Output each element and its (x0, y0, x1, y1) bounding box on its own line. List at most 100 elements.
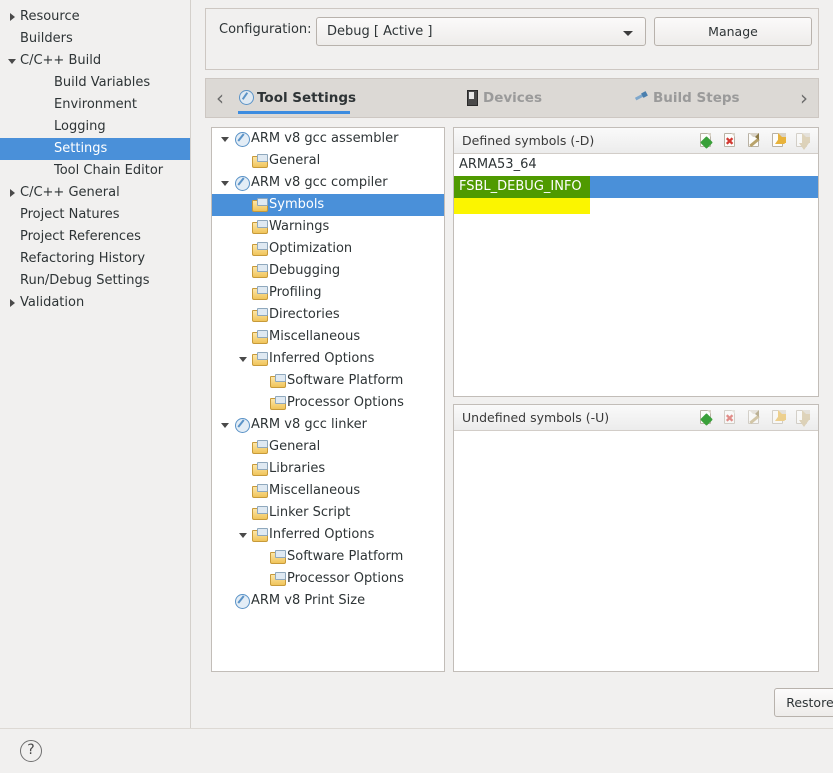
option-folder-icon (252, 505, 268, 521)
defined-symbols-header: Defined symbols (-D) (454, 128, 818, 154)
configuration-combo[interactable]: Debug [ Active ] (316, 17, 646, 46)
option-folder-icon (252, 439, 268, 455)
option-folder-icon (252, 263, 268, 279)
tab-devices-label: Devices (483, 90, 542, 106)
tool-tree-item[interactable]: Processor Options (212, 568, 444, 590)
tool-tree-item[interactable]: Libraries (212, 458, 444, 480)
tool-tree-item-label: Debugging (269, 263, 341, 278)
wrench-disc-icon (238, 89, 254, 105)
chevron-down-icon[interactable] (6, 50, 20, 72)
move-up-icon (772, 133, 786, 147)
tool-tree-item[interactable]: Software Platform (212, 546, 444, 568)
defined-symbols-title: Defined symbols (-D) (462, 133, 595, 148)
chevron-right-icon[interactable] (6, 292, 20, 314)
tool-tree-item-label: Directories (269, 307, 340, 322)
sidebar-item-c-c-general[interactable]: C/C++ General (0, 182, 190, 204)
tool-tree-item[interactable]: ARM v8 gcc compiler (212, 172, 444, 194)
defined-symbols-list[interactable]: ARMA53_64 FSBL_DEBUG_INFO (454, 154, 818, 214)
add-symbol-button[interactable] (694, 131, 718, 151)
configuration-group: Configuration: Debug [ Active ] Manage C… (205, 8, 819, 70)
symbol-row[interactable]: FSBL_DEBUG_INFO (454, 176, 818, 198)
sidebar-item-refactoring-history[interactable]: Refactoring History (0, 248, 190, 270)
chevron-down-icon[interactable] (238, 348, 250, 370)
edit-symbol-icon (748, 410, 759, 424)
tool-tree-item-label: Inferred Options (269, 527, 375, 542)
tool-tree-item[interactable]: General (212, 150, 444, 172)
sidebar-item-label: Validation (20, 295, 85, 310)
tool-tree-item-label: Software Platform (287, 549, 404, 564)
sidebar-item-resource[interactable]: Resource (0, 6, 190, 28)
sidebar-item-validation[interactable]: Validation (0, 292, 190, 314)
tool-tree-item[interactable]: Inferred Options (212, 348, 444, 370)
option-folder-icon (252, 285, 268, 301)
move-down-button (790, 131, 814, 151)
tool-tree-item[interactable]: Miscellaneous (212, 326, 444, 348)
sidebar-item-build-variables[interactable]: Build Variables (0, 72, 190, 94)
tool-tree-item[interactable]: Inferred Options (212, 524, 444, 546)
sidebar-item-settings[interactable]: Settings (0, 138, 190, 160)
tab-scroll-right-button[interactable]: › (790, 79, 818, 117)
tool-tree-item[interactable]: Warnings (212, 216, 444, 238)
tool-tree-item[interactable]: ARM v8 Print Size (212, 590, 444, 612)
properties-page-tree[interactable]: Resource Builders C/C++ Build Build Variabl… (0, 0, 190, 728)
option-folder-icon (270, 395, 286, 411)
dialog-footer: ? Cancel Apply and Close (0, 728, 833, 773)
tool-tree-item-label: General (269, 153, 321, 168)
chevron-down-icon (623, 31, 633, 36)
sidebar-item-label: Settings (54, 141, 108, 156)
tool-tree-item[interactable]: Software Platform (212, 370, 444, 392)
tool-tree-item[interactable]: Processor Options (212, 392, 444, 414)
tool-tree-item[interactable]: Debugging (212, 260, 444, 282)
manage-configurations-button[interactable]: Manage Configurations... (654, 17, 812, 46)
sidebar-item-project-references[interactable]: Project References (0, 226, 190, 248)
settings-content-pane: Configuration: Debug [ Active ] Manage C… (191, 0, 833, 728)
chevron-down-icon[interactable] (220, 172, 232, 194)
chevron-down-icon[interactable] (220, 414, 232, 436)
tool-tree-item[interactable]: Symbols (212, 194, 444, 216)
tool-tree-item[interactable]: ARM v8 gcc assembler (212, 128, 444, 150)
tool-tree-item-label: Processor Options (287, 571, 404, 586)
tab-devices[interactable]: Devices (464, 79, 542, 117)
sidebar-item-project-natures[interactable]: Project Natures (0, 204, 190, 226)
add-symbol-button[interactable] (694, 408, 718, 428)
add-symbol-icon (700, 410, 711, 424)
chevron-right-icon[interactable] (6, 182, 20, 204)
restore-defaults-button[interactable]: Restore Defaults (774, 688, 833, 717)
option-folder-icon (252, 153, 268, 169)
tab-bar: ‹ Tool Settings Devices Build Steps › (205, 78, 819, 118)
chevron-right-icon[interactable] (6, 6, 20, 28)
tool-tree-item[interactable]: Profiling (212, 282, 444, 304)
sidebar-item-run-debug-settings[interactable]: Run/Debug Settings (0, 270, 190, 292)
sidebar-item-logging[interactable]: Logging (0, 116, 190, 138)
help-icon[interactable]: ? (20, 740, 42, 762)
hammer-icon (634, 89, 650, 105)
tab-tool-settings[interactable]: Tool Settings (238, 79, 356, 117)
configuration-combo-value: Debug [ Active ] (327, 24, 433, 39)
tool-tree-item[interactable]: Directories (212, 304, 444, 326)
chevron-down-icon[interactable] (238, 524, 250, 546)
symbol-row[interactable]: ARMA53_64 (454, 154, 818, 176)
sidebar-item-environment[interactable]: Environment (0, 94, 190, 116)
tool-tree-item[interactable]: Miscellaneous (212, 480, 444, 502)
sidebar-item-c-c-build[interactable]: C/C++ Build (0, 50, 190, 72)
tab-build-steps[interactable]: Build Steps (634, 79, 740, 117)
delete-symbol-icon (724, 410, 735, 425)
sidebar-item-label: C/C++ General (20, 185, 120, 200)
sidebar-item-builders[interactable]: Builders (0, 28, 190, 50)
tab-scroll-left-button[interactable]: ‹ (206, 79, 234, 117)
delete-symbol-button[interactable] (718, 131, 742, 151)
sidebar-item-label: Resource (20, 9, 80, 24)
sidebar-item-label: Build Variables (54, 75, 151, 90)
sidebar-item-tool-chain-editor[interactable]: Tool Chain Editor (0, 160, 190, 182)
tool-tree-item-label: Processor Options (287, 395, 404, 410)
tool-settings-tree[interactable]: ARM v8 gcc assembler General ARM v8 gcc co… (211, 127, 445, 672)
tool-tree-item[interactable]: ARM v8 gcc linker (212, 414, 444, 436)
tool-tree-item[interactable]: Optimization (212, 238, 444, 260)
move-up-button[interactable] (766, 131, 790, 151)
tool-tree-item[interactable]: Linker Script (212, 502, 444, 524)
tool-tree-item[interactable]: General (212, 436, 444, 458)
move-up-button (766, 408, 790, 428)
edit-symbol-button[interactable] (742, 131, 766, 151)
chevron-down-icon[interactable] (220, 128, 232, 150)
